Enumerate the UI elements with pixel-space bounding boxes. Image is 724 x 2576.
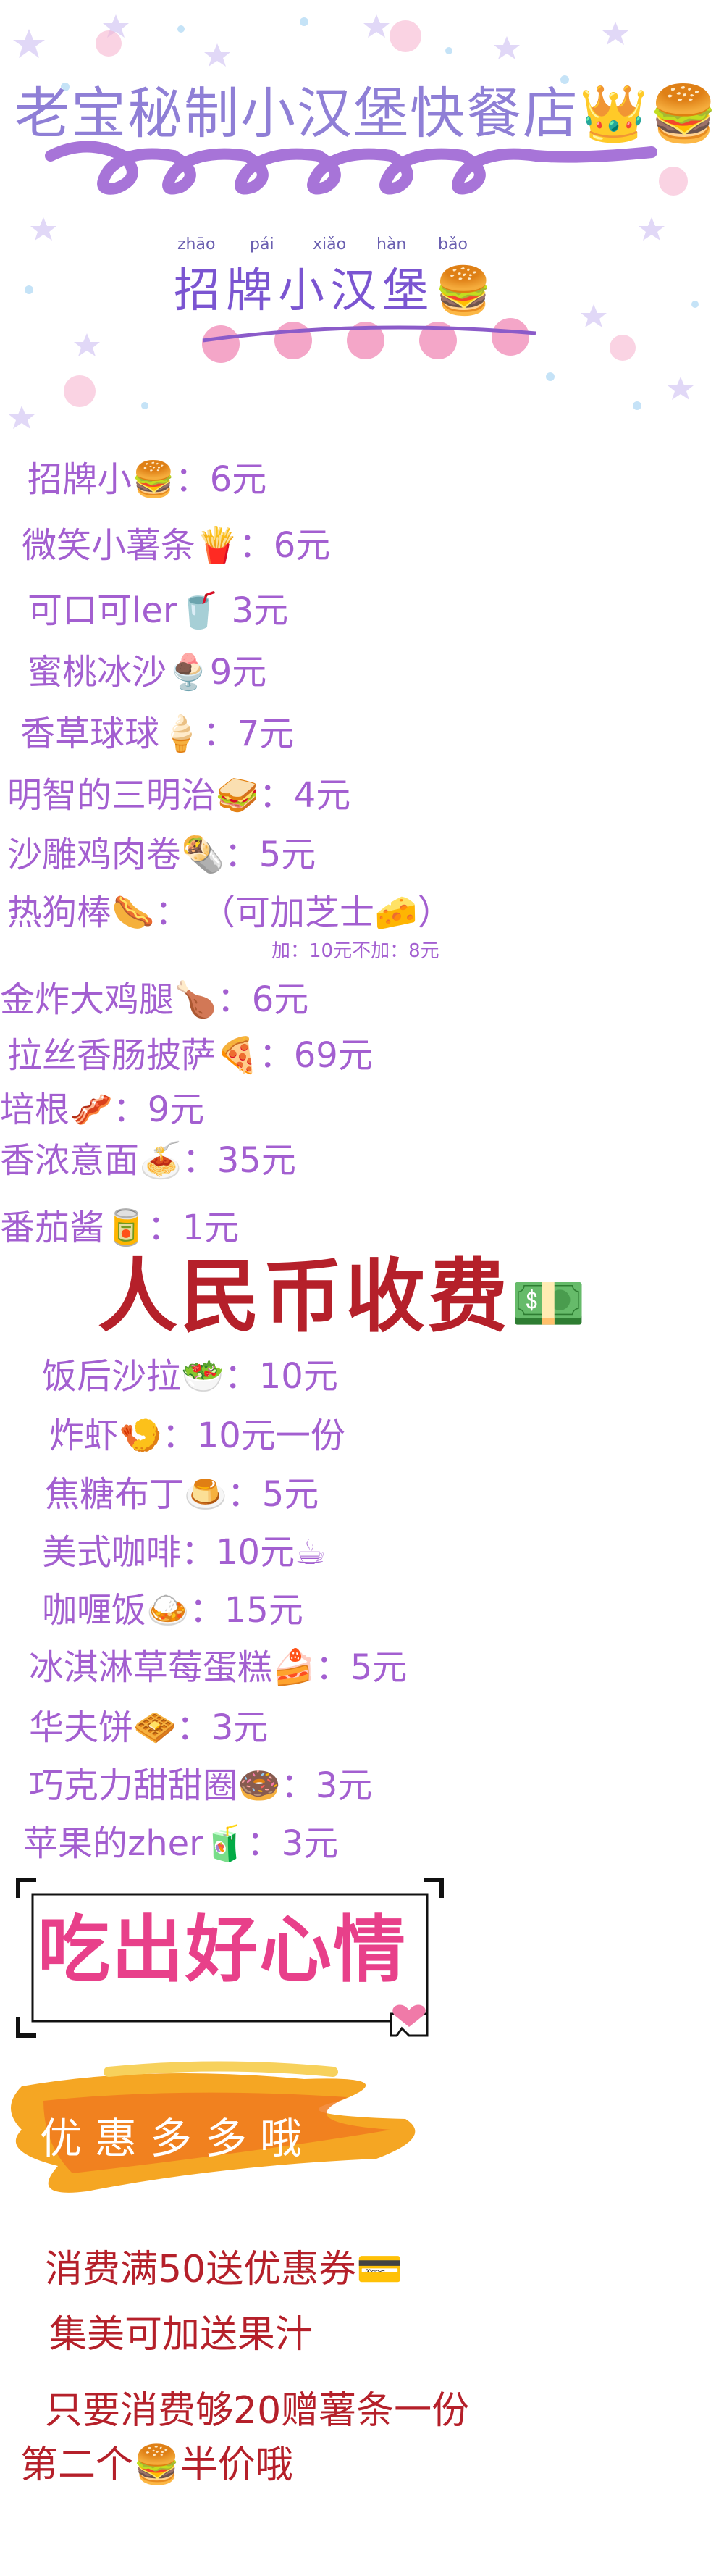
subtitle-text: 招牌小汉堡 xyxy=(174,264,434,318)
promo-item: 消费满50送优惠券💳 xyxy=(45,2248,403,2291)
pinyin-syllable: bǎo xyxy=(438,235,468,254)
menu-item: 可口可ler🥤 3元 xyxy=(28,590,289,631)
menu-item: 香浓意面🍝：35元 xyxy=(0,1140,296,1181)
menu-item: 沙雕鸡肉卷🌯：5元 xyxy=(7,835,316,875)
currency-notice: 人民币收费💵 xyxy=(98,1231,589,1347)
menu-item: 香草球球🍦：7元 xyxy=(20,714,295,754)
pinyin-syllable: pái xyxy=(250,235,274,254)
menu-item: 美式咖啡：10元☕ xyxy=(42,1532,327,1573)
pinyin-syllable: zhāo xyxy=(177,235,216,254)
menu-item: 培根🥓：9元 xyxy=(0,1090,205,1130)
menu-item: 金炸大鸡腿🍗：6元 xyxy=(0,979,309,1020)
menu-item: 微笑小薯条🍟：6元 xyxy=(22,525,331,566)
menu-item: 苹果的zher🧃：3元 xyxy=(23,1823,339,1864)
menu-item: 蜜桃冰沙🍨9元 xyxy=(28,652,267,693)
menu-item: 巧克力甜甜圈🍩：3元 xyxy=(29,1765,373,1806)
menu-item: 热狗棒🌭： （可加芝士🧀） xyxy=(7,892,452,933)
menu-item: 炸虾🍤：10元一份 xyxy=(49,1415,345,1456)
promo-title: 优惠多多哦 xyxy=(40,2114,316,2163)
money-icon: 💵 xyxy=(510,1268,589,1339)
menu-item: 拉丝香肠披萨🍕：69元 xyxy=(7,1035,373,1076)
menu-item: 咖喱饭🍛：15元 xyxy=(42,1590,303,1631)
promo-item: 第二个🍔半价哦 xyxy=(20,2443,293,2487)
promo-item: 只要消费够20赠薯条一份 xyxy=(45,2389,470,2433)
subtitle: 招牌小汉堡🍔 xyxy=(174,254,498,320)
pinyin-syllable: xiǎo xyxy=(313,235,347,254)
menu-item: 华夫饼🧇：3元 xyxy=(29,1707,269,1748)
crown-burger-icon: 👑🍔 xyxy=(579,81,720,146)
menu-item: 焦糖布丁🍮：5元 xyxy=(45,1474,319,1515)
menu-item: 饭后沙拉🥗：10元 xyxy=(42,1356,338,1397)
shop-title-text: 老宝秘制小汉堡快餐店 xyxy=(14,81,579,146)
currency-notice-text: 人民币收费 xyxy=(98,1250,510,1343)
menu-item: 招牌小🍔：6元 xyxy=(28,459,267,500)
menu-item: 明智的三明治🥪：4元 xyxy=(7,775,351,816)
slogan: 吃出好心情 xyxy=(38,1907,407,1992)
shop-title: 老宝秘制小汉堡快餐店👑🍔 xyxy=(14,69,719,149)
promo-item: 集美可加送果汁 xyxy=(49,2313,313,2357)
burger-icon: 🍔 xyxy=(434,264,498,318)
menu-item: 冰淇淋草莓蛋糕🍰：5元 xyxy=(29,1647,408,1688)
pinyin-syllable: hàn xyxy=(376,235,407,254)
hotdog-note: 加：10元不加：8元 xyxy=(272,940,439,962)
